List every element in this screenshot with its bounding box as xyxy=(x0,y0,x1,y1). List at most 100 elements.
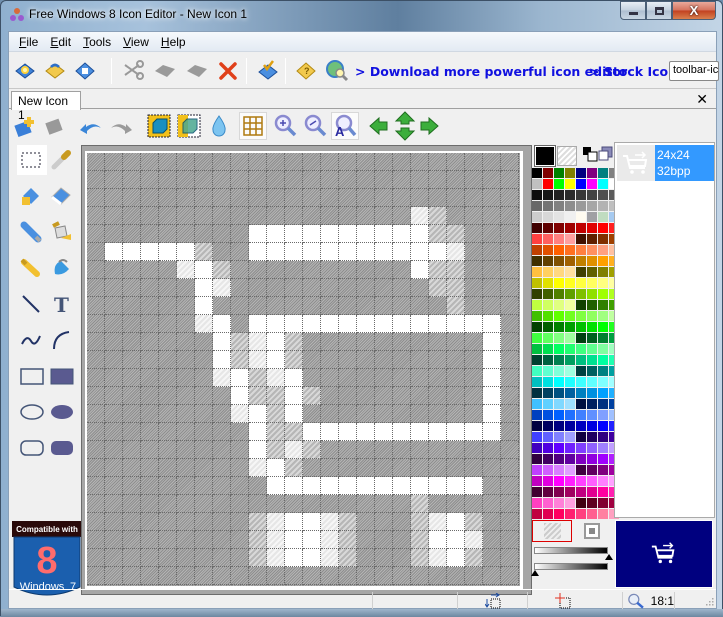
save-button[interactable] xyxy=(72,58,98,84)
color-swatch[interactable] xyxy=(576,432,586,442)
pixel-cell[interactable] xyxy=(483,225,501,243)
pixel-cell[interactable] xyxy=(249,207,267,225)
pixel-cell[interactable] xyxy=(141,189,159,207)
pixel-cell[interactable] xyxy=(249,567,267,585)
pixel-cell[interactable] xyxy=(123,477,141,495)
pixel-cell[interactable] xyxy=(177,459,195,477)
pixel-cell[interactable] xyxy=(267,261,285,279)
color-swatch[interactable] xyxy=(532,366,542,376)
pixel-cell[interactable] xyxy=(321,495,339,513)
transparent-color-button[interactable] xyxy=(532,520,572,542)
color-swatch[interactable] xyxy=(565,179,575,189)
color-swatch[interactable] xyxy=(565,168,575,178)
pixel-cell[interactable] xyxy=(159,171,177,189)
pixel-cell[interactable] xyxy=(303,279,321,297)
pixel-cell[interactable] xyxy=(285,297,303,315)
pixel-cell[interactable] xyxy=(357,243,375,261)
pixel-cell[interactable] xyxy=(231,567,249,585)
pixel-cell[interactable] xyxy=(177,513,195,531)
pixel-cell[interactable] xyxy=(303,567,321,585)
color-swatch[interactable] xyxy=(598,377,608,387)
pixel-cell[interactable] xyxy=(501,513,519,531)
pixel-cell[interactable] xyxy=(141,369,159,387)
color-swatch[interactable] xyxy=(565,289,575,299)
pixel-cell[interactable] xyxy=(447,495,465,513)
pixel-cell[interactable] xyxy=(339,171,357,189)
pixel-cell[interactable] xyxy=(285,351,303,369)
pixel-cell[interactable] xyxy=(249,189,267,207)
pixel-cell[interactable] xyxy=(465,459,483,477)
pixel-cell[interactable] xyxy=(105,369,123,387)
color-swatch[interactable] xyxy=(576,190,586,200)
alpha-slider-2-thumb[interactable] xyxy=(531,570,539,576)
color-swatch[interactable] xyxy=(565,256,575,266)
color-swatch[interactable] xyxy=(532,300,542,310)
color-swatch[interactable] xyxy=(554,377,564,387)
paste-button[interactable] xyxy=(184,58,210,84)
tool-select-rect[interactable] xyxy=(17,145,47,175)
pixel-cell[interactable] xyxy=(393,207,411,225)
pixel-cell[interactable] xyxy=(339,351,357,369)
tool-filled-rounded-rectangle[interactable] xyxy=(47,433,77,463)
color-swatch[interactable] xyxy=(598,201,608,211)
pixel-cell[interactable] xyxy=(159,459,177,477)
pixel-cell[interactable] xyxy=(465,513,483,531)
color-swatch[interactable] xyxy=(532,421,542,431)
pixel-cell[interactable] xyxy=(429,369,447,387)
pixel-cell[interactable] xyxy=(285,459,303,477)
pixel-cell[interactable] xyxy=(483,279,501,297)
color-swatch[interactable] xyxy=(598,278,608,288)
pixel-cell[interactable] xyxy=(231,441,249,459)
copy-button[interactable] xyxy=(152,58,178,84)
pixel-cell[interactable] xyxy=(411,297,429,315)
pixel-cell[interactable] xyxy=(195,189,213,207)
pixel-cell[interactable] xyxy=(249,369,267,387)
color-swatch[interactable] xyxy=(587,366,597,376)
pixel-cell[interactable] xyxy=(321,171,339,189)
color-swatch[interactable] xyxy=(554,454,564,464)
color-swatch[interactable] xyxy=(587,443,597,453)
pixel-cell[interactable] xyxy=(285,261,303,279)
pixel-cell[interactable] xyxy=(105,441,123,459)
color-swatch[interactable] xyxy=(576,476,586,486)
pixel-cell[interactable] xyxy=(339,207,357,225)
pixel-cell[interactable] xyxy=(105,405,123,423)
pixel-cell[interactable] xyxy=(87,261,105,279)
pixel-cell[interactable] xyxy=(501,459,519,477)
pixel-cell[interactable] xyxy=(357,153,375,171)
tool-ellipse[interactable] xyxy=(17,397,47,427)
zoom-fit-button[interactable]: A xyxy=(331,112,359,140)
color-swatch[interactable] xyxy=(576,355,586,365)
color-swatch[interactable] xyxy=(554,168,564,178)
color-swatch[interactable] xyxy=(554,366,564,376)
color-swatch[interactable] xyxy=(543,443,553,453)
pixel-cell[interactable] xyxy=(411,513,429,531)
pixel-cell[interactable] xyxy=(231,387,249,405)
pixel-cell[interactable] xyxy=(123,297,141,315)
pixel-cell[interactable] xyxy=(357,171,375,189)
pixel-cell[interactable] xyxy=(177,549,195,567)
color-swatch[interactable] xyxy=(565,410,575,420)
pixel-cell[interactable] xyxy=(393,459,411,477)
pixel-cell[interactable] xyxy=(87,513,105,531)
pixel-cell[interactable] xyxy=(267,243,285,261)
pixel-cell[interactable] xyxy=(105,513,123,531)
pixel-cell[interactable] xyxy=(177,243,195,261)
color-swatch[interactable] xyxy=(543,454,553,464)
pixel-cell[interactable] xyxy=(231,531,249,549)
pixel-cell[interactable] xyxy=(447,405,465,423)
color-swatch[interactable] xyxy=(543,509,553,519)
pixel-cell[interactable] xyxy=(393,315,411,333)
color-swatch[interactable] xyxy=(565,212,575,222)
color-swatch[interactable] xyxy=(532,410,542,420)
pixel-cell[interactable] xyxy=(177,153,195,171)
color-swatch[interactable] xyxy=(598,289,608,299)
color-swatch[interactable] xyxy=(598,333,608,343)
add-image-button[interactable] xyxy=(11,112,39,140)
pixel-cell[interactable] xyxy=(159,477,177,495)
pixel-cell[interactable] xyxy=(375,441,393,459)
color-swatch[interactable] xyxy=(554,300,564,310)
pixel-cell[interactable] xyxy=(303,243,321,261)
color-swatch[interactable] xyxy=(543,432,553,442)
pixel-cell[interactable] xyxy=(123,189,141,207)
